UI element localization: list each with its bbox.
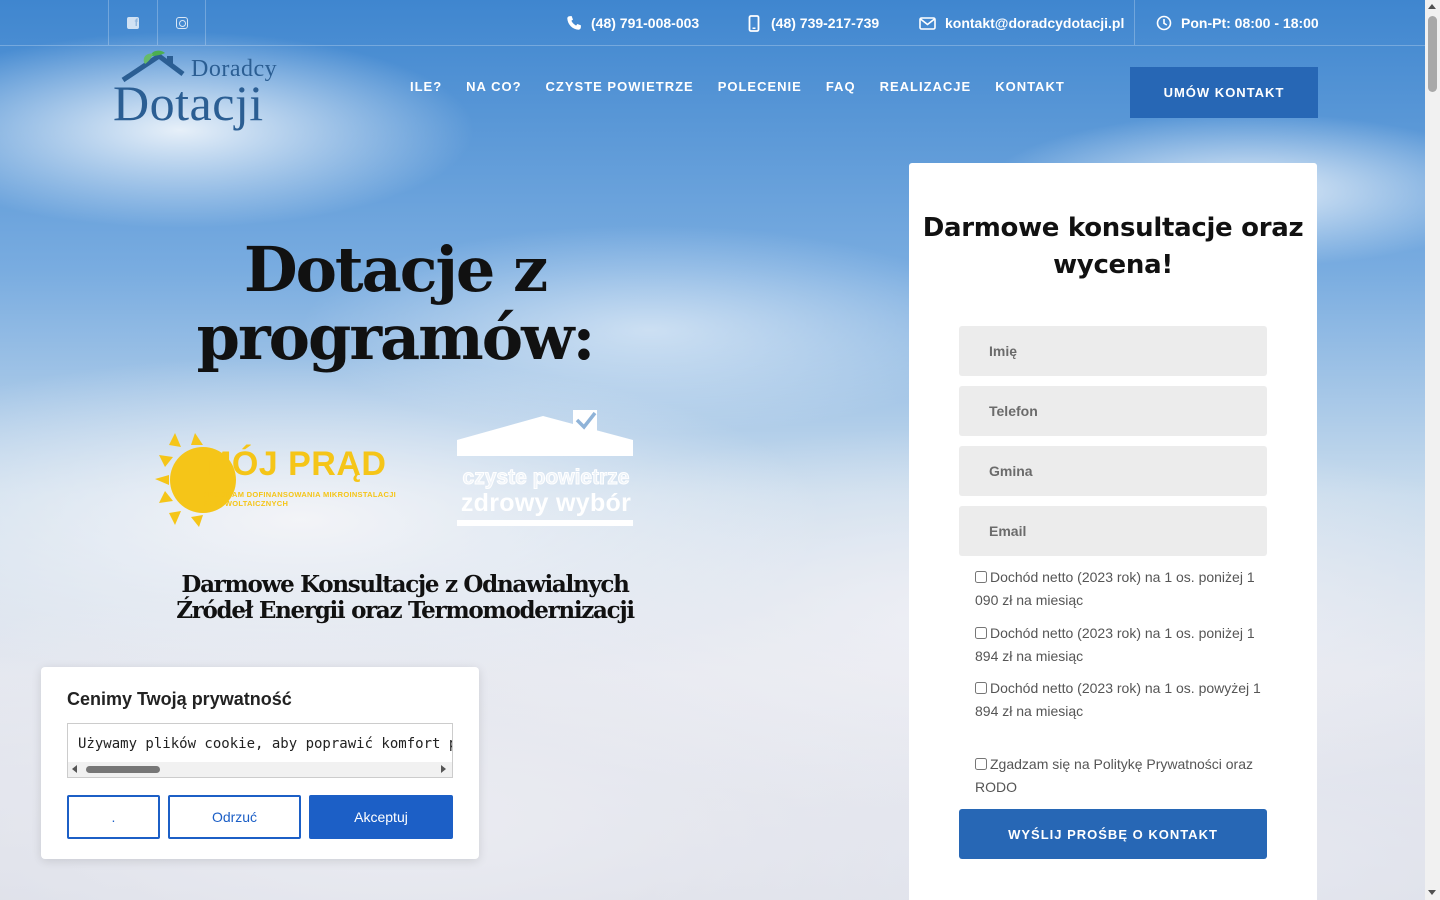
clock-icon: [1155, 15, 1172, 32]
nav-item-kontakt[interactable]: KONTAKT: [995, 79, 1065, 94]
cookie-text: Używamy plików cookie, aby poprawić komf…: [78, 736, 452, 752]
moj-prad-logo: MÓJ PRĄD PROGRAM DOFINANSOWANIA MIKROINS…: [155, 433, 415, 528]
cookie-banner: Cenimy Twoją prywatność Używamy plików c…: [41, 667, 479, 859]
income-option-1-label: Dochód netto (2023 rok) na 1 os. poniżej…: [975, 569, 1255, 608]
czyste-powietrze-logo: czyste powietrze zdrowy wybór: [457, 410, 637, 530]
cookie-settings-button[interactable]: .: [67, 795, 160, 839]
email-field[interactable]: [959, 506, 1267, 556]
hours-info: Pon-Pt: 08:00 - 18:00: [1155, 13, 1319, 33]
hours-text: Pon-Pt: 08:00 - 18:00: [1181, 15, 1319, 31]
top-bar: f (48) 791-008-003 (48) 739-217-739 kont…: [0, 0, 1425, 46]
phone-icon: [565, 15, 582, 32]
main-nav: ILE? NA CO? CZYSTE POWIETRZE POLECENIE F…: [410, 79, 1065, 94]
facebook-icon: f: [127, 16, 139, 29]
submit-button[interactable]: WYŚLIJ PROŚBĘ O KONTAKT: [959, 809, 1267, 859]
czyste-powietrze-line2: zdrowy wybór: [460, 489, 632, 517]
phone2-contact[interactable]: (48) 739-217-739: [745, 13, 879, 33]
commune-field[interactable]: [959, 446, 1267, 496]
income-option-1[interactable]: Dochód netto (2023 rok) na 1 os. poniżej…: [975, 566, 1265, 612]
name-field[interactable]: [959, 326, 1267, 376]
scroll-up-icon[interactable]: [1428, 4, 1436, 9]
phone-field[interactable]: [959, 386, 1267, 436]
cookie-horizontal-scrollbar[interactable]: [68, 762, 452, 777]
income-checkbox-2[interactable]: [975, 627, 987, 639]
instagram-link[interactable]: [157, 0, 206, 45]
email-text: kontakt@doradcydotacji.pl: [945, 15, 1125, 31]
nav-item-czyste-powietrze[interactable]: CZYSTE POWIETRZE: [546, 79, 694, 94]
nav-item-na-co[interactable]: NA CO?: [466, 79, 521, 94]
mobile-icon: [745, 14, 762, 32]
income-option-2[interactable]: Dochód netto (2023 rok) na 1 os. poniżej…: [975, 622, 1265, 668]
consent-label: Zgadzam się na Politykę Prywatności oraz…: [975, 756, 1253, 795]
income-option-3-label: Dochód netto (2023 rok) na 1 os. powyżej…: [975, 680, 1261, 719]
scroll-left-icon[interactable]: [72, 765, 77, 773]
income-checkbox-1[interactable]: [975, 571, 987, 583]
income-checkbox-3[interactable]: [975, 682, 987, 694]
moj-prad-subtitle: PROGRAM DOFINANSOWANIA MIKROINSTALACJI F…: [203, 490, 397, 508]
site-logo[interactable]: Doradcy Dotacji: [113, 50, 303, 135]
topbar-divider: [1134, 0, 1135, 45]
schedule-contact-button[interactable]: UMÓW KONTAKT: [1130, 67, 1318, 118]
consent-checkbox[interactable]: [975, 758, 987, 770]
cookie-title: Cenimy Twoją prywatność: [67, 689, 292, 709]
phone1-text: (48) 791-008-003: [591, 15, 700, 31]
cookie-text-box[interactable]: Używamy plików cookie, aby poprawić komf…: [67, 723, 453, 778]
facebook-link[interactable]: f: [108, 0, 157, 45]
scroll-down-icon[interactable]: [1428, 890, 1436, 895]
email-contact[interactable]: kontakt@doradcydotacji.pl: [919, 13, 1124, 33]
nav-item-ile[interactable]: ILE?: [410, 79, 442, 94]
mail-icon: [919, 15, 936, 32]
income-option-2-label: Dochód netto (2023 rok) na 1 os. poniżej…: [975, 625, 1255, 664]
instagram-icon: [175, 16, 188, 29]
czyste-powietrze-line1: czyste powietrze: [462, 466, 630, 490]
hero-subtitle: Darmowe Konsultacje z Odnawialnych Źróde…: [176, 571, 635, 624]
phone1-contact[interactable]: (48) 791-008-003: [565, 13, 699, 33]
consultation-form-card: Darmowe konsultacje oraz wycena! Dochód …: [909, 163, 1317, 900]
nav-item-faq[interactable]: FAQ: [826, 79, 856, 94]
income-option-3[interactable]: Dochód netto (2023 rok) na 1 os. powyżej…: [975, 677, 1265, 723]
nav-item-polecenie[interactable]: POLECENIE: [718, 79, 802, 94]
hero-title: Dotacje z programów:: [196, 233, 596, 374]
nav-item-realizacje[interactable]: REALIZACJE: [880, 79, 972, 94]
phone2-text: (48) 739-217-739: [771, 15, 880, 31]
moj-prad-title: MÓJ PRĄD: [203, 445, 387, 483]
cookie-accept-button[interactable]: Akceptuj: [309, 795, 453, 839]
scroll-right-icon[interactable]: [441, 765, 446, 773]
page-scrollbar-thumb[interactable]: [1428, 16, 1437, 92]
cookie-reject-button[interactable]: Odrzuć: [168, 795, 301, 839]
page-vertical-scrollbar[interactable]: [1425, 0, 1440, 900]
consent-option[interactable]: Zgadzam się na Politykę Prywatności oraz…: [975, 753, 1265, 799]
scrollbar-thumb[interactable]: [86, 766, 160, 773]
form-title: Darmowe konsultacje oraz wycena!: [922, 213, 1304, 280]
logo-main-text: Dotacji: [113, 75, 264, 131]
